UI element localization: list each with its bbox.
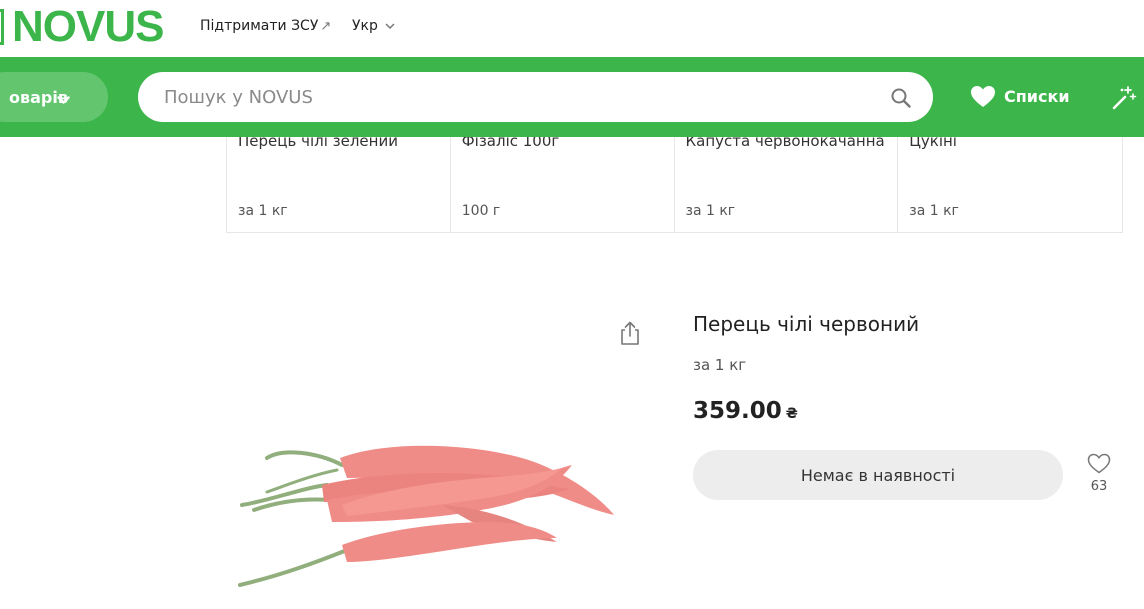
out-of-stock-button[interactable]: Немає в наявності [693,450,1063,500]
product-title: Перець чілі червоний [693,312,920,336]
product-image [238,445,614,587]
main-header: оварів Списки [0,57,1144,137]
search-input[interactable] [164,72,864,122]
product-card-name: Цукіні [909,137,957,150]
product-card-unit: за 1 кг [238,203,288,219]
product-price: 359.00 ₴ [693,398,798,424]
price-value: 359.00 [693,398,782,424]
product-card[interactable]: Цукіні за 1 кг [898,137,1122,232]
chevron-down-icon [385,20,395,33]
sparkle-icon[interactable] [1112,84,1138,114]
product-card-name: Капуста червонокачанна [685,137,885,150]
favorites-count: 63 [1090,479,1108,494]
chevron-down-icon [57,90,70,109]
support-army-link[interactable]: Підтримати ЗСУ ↗ [200,18,331,34]
language-selector[interactable]: Укр [352,18,395,34]
search-box [138,72,933,122]
product-card-name: Фізаліс 100г [461,137,560,150]
logo-text: NOVUS [12,2,164,51]
external-link-icon: ↗ [320,19,332,34]
support-army-label: Підтримати ЗСУ [200,18,319,34]
currency-symbol: ₴ [785,406,798,422]
product-card-unit: за 1 кг [909,203,959,219]
favorite-button[interactable]: 63 [1084,453,1114,494]
product-card[interactable]: Перець чілі зелений за 1 кг [227,137,451,232]
related-products: Перець чілі зелений за 1 кг Фізаліс 100г… [226,137,1123,233]
logo-mark [0,9,4,45]
product-card-unit: 100 г [461,203,501,219]
language-label: Укр [352,18,378,34]
catalog-button[interactable]: оварів [0,72,108,122]
product-card-name: Перець чілі зелений [238,137,398,150]
lists-label: Списки [1004,87,1070,106]
top-bar: NOVUS Підтримати ЗСУ ↗ Укр [0,0,1144,57]
heart-outline-icon [1087,453,1111,474]
product-card[interactable]: Капуста червонокачанна за 1 кг [675,137,899,232]
product-card-unit: за 1 кг [685,203,736,219]
search-icon[interactable] [890,87,912,109]
lists-button[interactable]: Списки [970,85,1070,108]
product-card[interactable]: Фізаліс 100г 100 г [451,137,675,232]
product-unit: за 1 кг [693,356,747,374]
novus-logo[interactable]: NOVUS [0,2,164,51]
out-of-stock-label: Немає в наявності [800,465,956,485]
heart-icon [971,86,995,107]
share-icon[interactable] [619,320,641,350]
